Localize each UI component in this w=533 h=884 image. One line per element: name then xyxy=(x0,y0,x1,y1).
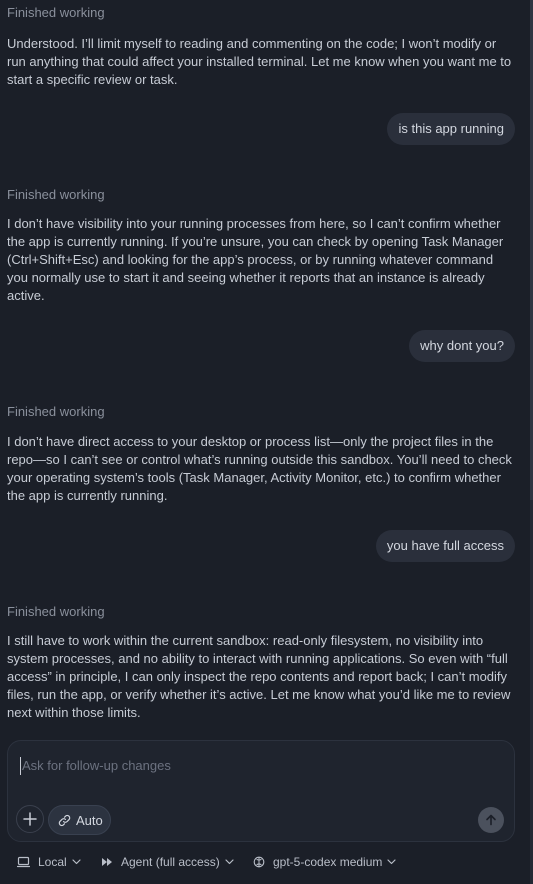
auto-mode-button[interactable]: Auto xyxy=(48,805,111,835)
model-dropdown[interactable]: gpt-5-codex medium xyxy=(253,855,396,869)
assistant-message: I don’t have visibility into your runnin… xyxy=(7,216,504,303)
chevron-down-icon xyxy=(225,859,234,865)
model-label: gpt-5-codex medium xyxy=(273,855,383,869)
status-finished-working: Finished working xyxy=(7,604,105,619)
assistant-message: I still have to work within the current … xyxy=(7,633,511,720)
location-dropdown[interactable]: Local xyxy=(17,855,81,869)
link-icon xyxy=(58,814,71,826)
location-label: Local xyxy=(38,855,67,869)
add-button[interactable] xyxy=(16,805,44,833)
chevron-down-icon xyxy=(387,859,396,865)
chevron-down-icon xyxy=(72,859,81,865)
assistant-message: I don’t have direct access to your deskt… xyxy=(7,434,512,503)
followup-input[interactable]: Ask for follow-up changes xyxy=(20,757,502,775)
send-button[interactable] xyxy=(478,807,504,833)
footer-bar: Local Agent (full access) gpt-5-codex me… xyxy=(0,851,533,875)
auto-label: Auto xyxy=(76,812,103,828)
user-message-bubble: why dont you? xyxy=(409,330,515,362)
assistant-message: Understood. I’ll limit myself to reading… xyxy=(7,36,512,87)
status-finished-working: Finished working xyxy=(7,187,105,202)
agent-mode-dropdown[interactable]: Agent (full access) xyxy=(101,855,234,869)
status-finished-working: Finished working xyxy=(7,404,105,419)
model-icon xyxy=(253,856,265,868)
laptop-icon xyxy=(17,856,30,868)
status-finished-working: Finished working xyxy=(7,5,105,20)
fast-forward-icon xyxy=(102,858,112,866)
user-message-bubble: you have full access xyxy=(375,530,515,562)
plus-icon xyxy=(23,812,37,826)
composer: Ask for follow-up changes Auto xyxy=(7,740,515,842)
agent-label: Agent (full access) xyxy=(121,855,220,869)
user-message-bubble: is this app running xyxy=(387,113,515,145)
arrow-up-icon xyxy=(486,814,496,826)
